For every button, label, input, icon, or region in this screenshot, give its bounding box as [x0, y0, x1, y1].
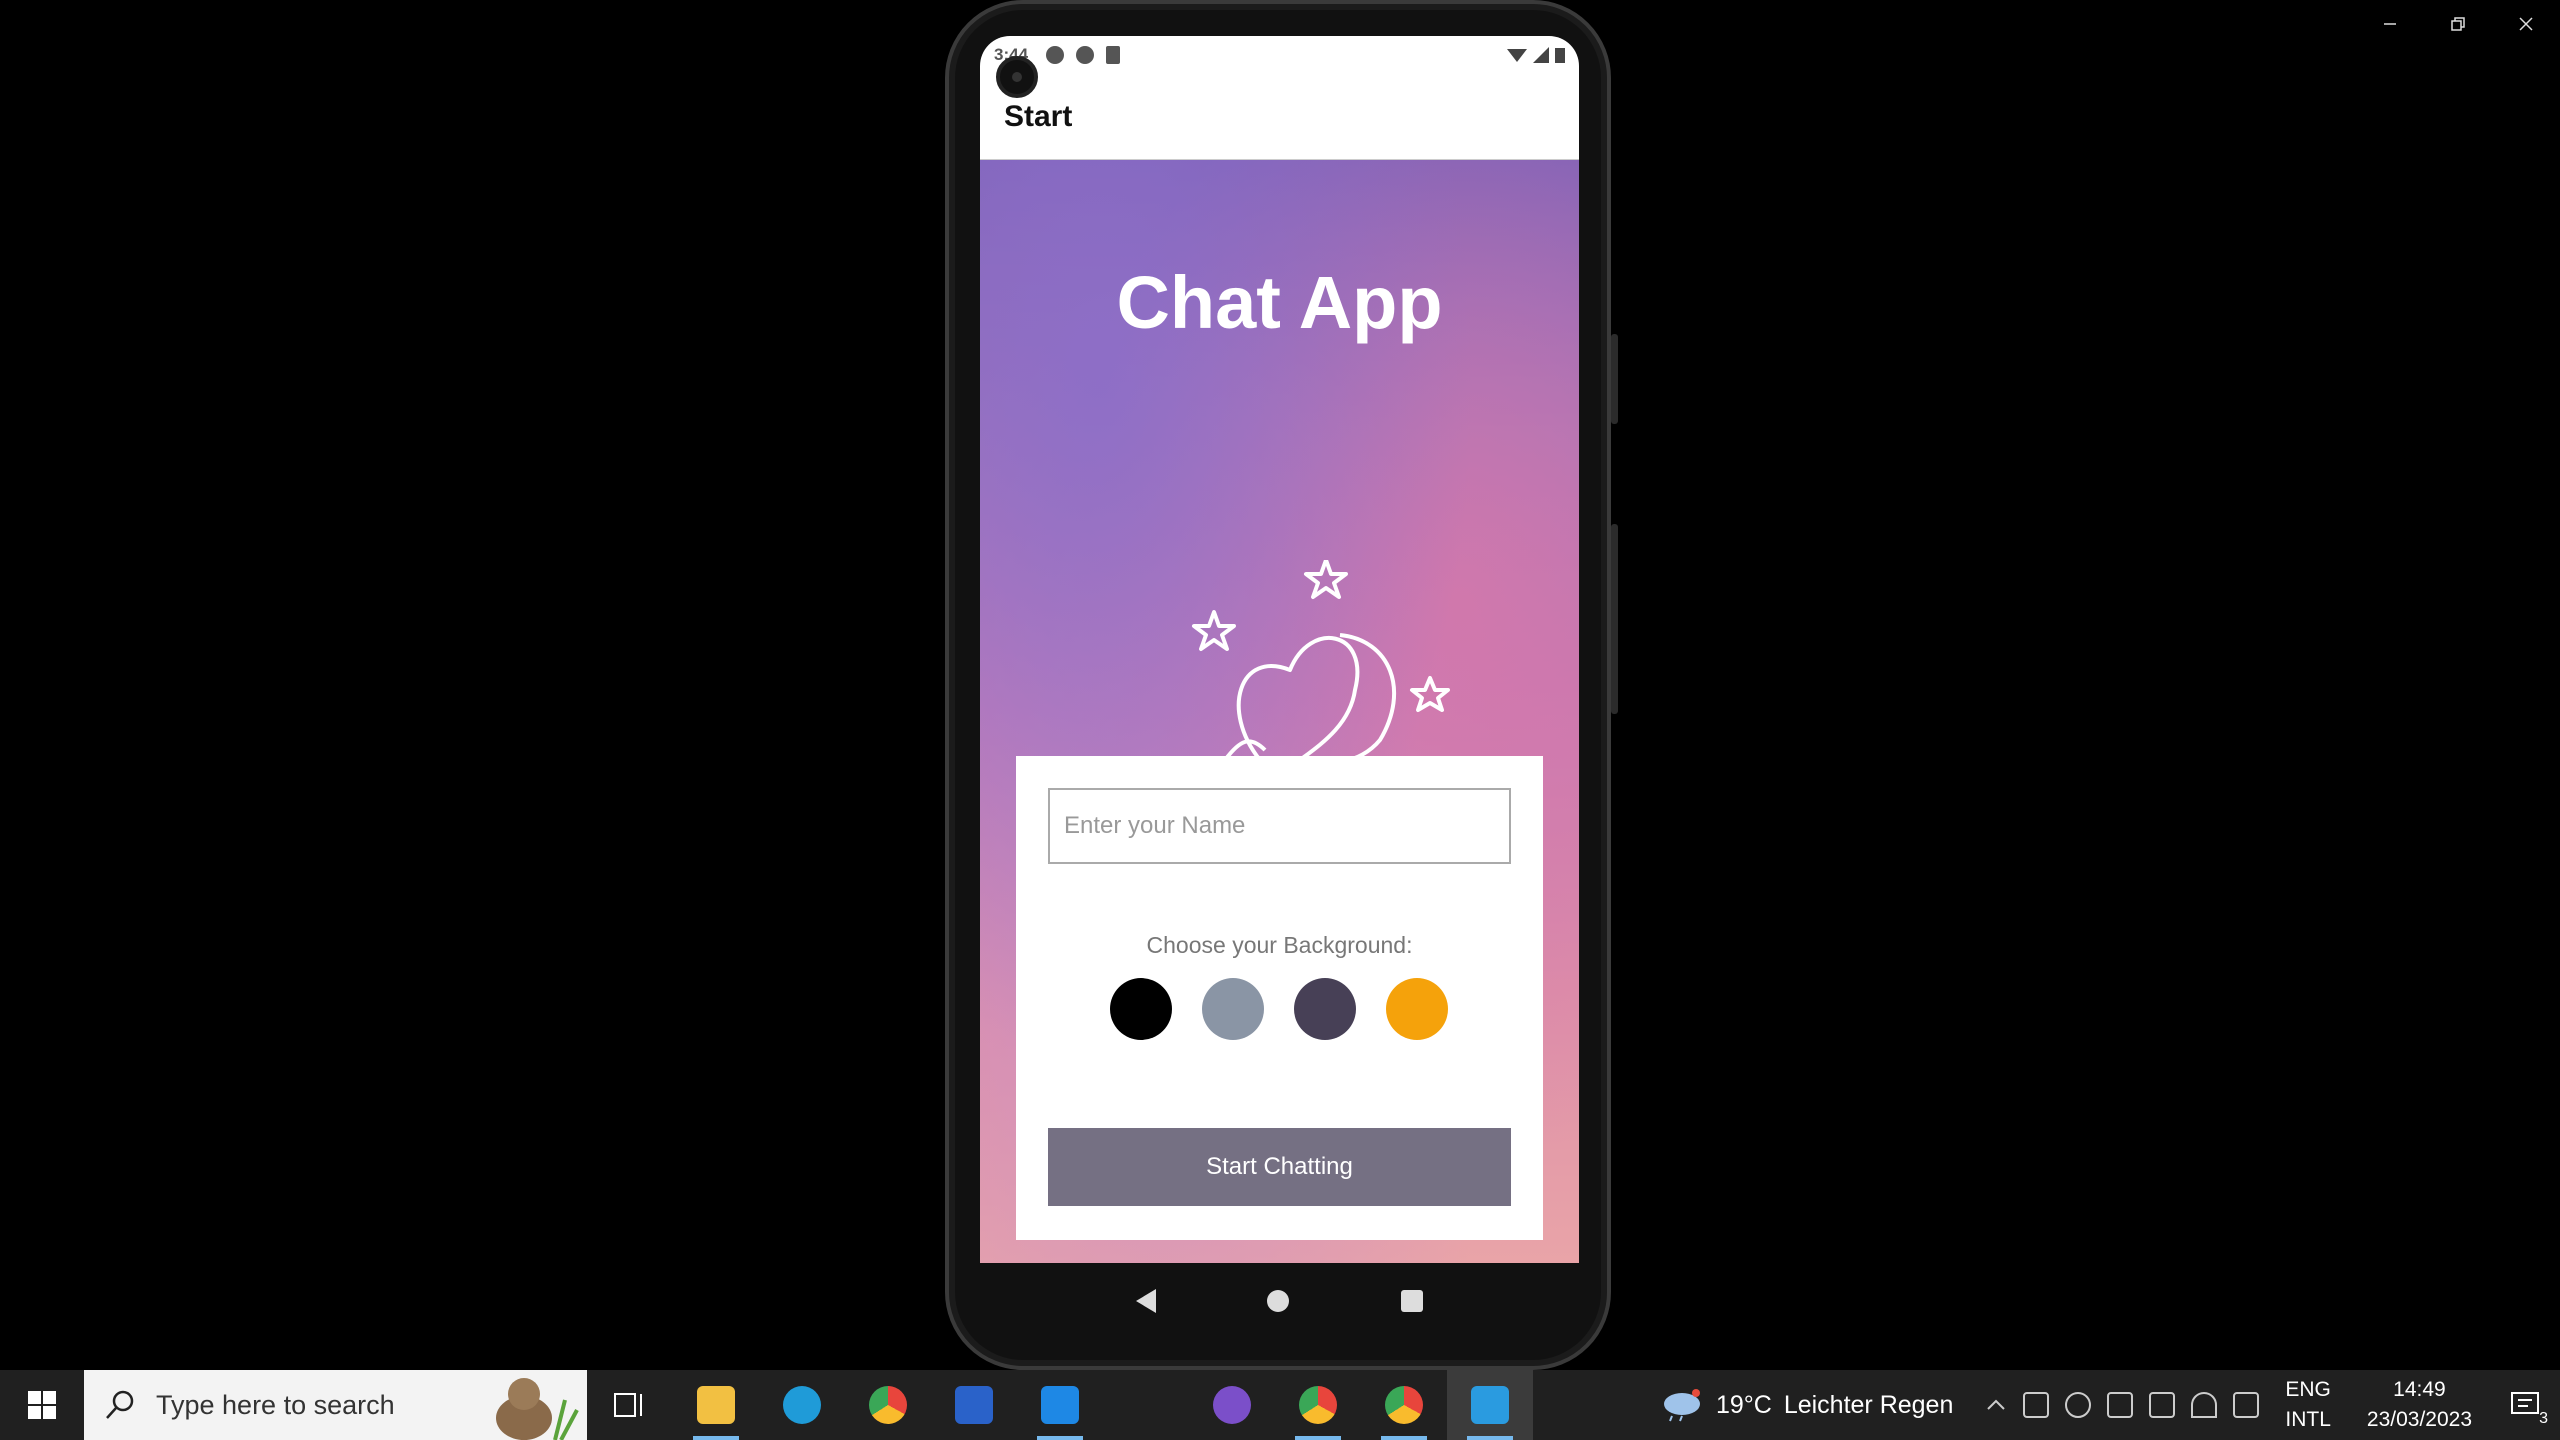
- phone-frame: 3:44 Start Chat App Enter your Name Choo…: [945, 0, 1618, 1370]
- notification-icon: [1046, 46, 1064, 64]
- language-line-1: ENG: [2285, 1378, 2331, 1401]
- windows-update-icon[interactable]: [2107, 1392, 2134, 1418]
- battery-icon[interactable]: [2149, 1392, 2176, 1418]
- task-view-icon: [614, 1393, 642, 1417]
- sd-card-icon: [1106, 46, 1120, 64]
- chrome-button[interactable]: [845, 1370, 931, 1440]
- background-color-options: [1110, 978, 1448, 1040]
- app-title: Chat App: [1116, 261, 1443, 344]
- volume-icon[interactable]: [2233, 1392, 2260, 1418]
- notification-icon: [1076, 46, 1094, 64]
- chrome-profile-icon: [1385, 1386, 1423, 1424]
- active-indicator: [1295, 1436, 1341, 1440]
- network-icon[interactable]: [2191, 1392, 2218, 1418]
- wifi-icon: [1507, 49, 1527, 62]
- task-view-button[interactable]: [587, 1370, 673, 1440]
- notification-icon: [2511, 1392, 2539, 1414]
- github-icon: [1213, 1386, 1251, 1424]
- recents-icon[interactable]: [1401, 1290, 1424, 1312]
- phone-screen: 3:44 Start Chat App Enter your Name Choo…: [980, 36, 1579, 1263]
- chrome-icon: [869, 1386, 907, 1424]
- notification-count: 3: [2539, 1410, 2548, 1427]
- github-desktop-button[interactable]: [1189, 1370, 1275, 1440]
- weather-temperature: 19°C: [1715, 1390, 1772, 1419]
- battery-icon: [1555, 48, 1565, 63]
- folder-icon: [697, 1386, 735, 1424]
- system-tray: 19°C Leichter Regen ENG INTL 14:49 23/03…: [1660, 1370, 2560, 1440]
- android-nav-bar: [980, 1263, 1579, 1339]
- signal-icon: [1533, 47, 1549, 63]
- search-icon: [106, 1390, 134, 1419]
- close-icon[interactable]: [2492, 0, 2560, 48]
- search-placeholder: Type here to search: [156, 1389, 395, 1420]
- status-bar: 3:44: [980, 36, 1579, 74]
- power-button[interactable]: [1611, 334, 1618, 424]
- powershell-button[interactable]: [931, 1370, 1017, 1440]
- language-indicator[interactable]: ENG INTL: [2267, 1375, 2349, 1435]
- windows-logo-icon: [28, 1391, 56, 1419]
- name-input[interactable]: [1048, 788, 1511, 864]
- hearts-stars-illustration: [1192, 560, 1450, 760]
- search-highlight-illustration: [496, 1378, 579, 1440]
- vscode-icon: [1041, 1386, 1079, 1424]
- android-emulator-button[interactable]: [1447, 1370, 1533, 1440]
- minimize-icon[interactable]: [2356, 0, 2424, 48]
- language-line-2: INTL: [2285, 1408, 2331, 1431]
- clock-date: 23/03/2023: [2366, 1408, 2472, 1431]
- active-indicator: [693, 1436, 739, 1440]
- notification-center-button[interactable]: 3: [2490, 1370, 2560, 1440]
- clock[interactable]: 14:49 23/03/2023: [2349, 1375, 2490, 1435]
- taskbar-search[interactable]: Type here to search: [84, 1370, 587, 1440]
- back-icon[interactable]: [1135, 1289, 1156, 1313]
- active-indicator: [1037, 1436, 1083, 1440]
- edge-button[interactable]: [759, 1370, 845, 1440]
- onedrive-warning-icon[interactable]: [2065, 1392, 2092, 1418]
- chevron-up-icon[interactable]: [1985, 1394, 2007, 1416]
- weather-description: Leichter Regen: [1783, 1390, 1954, 1419]
- status-right: [1507, 47, 1565, 63]
- active-indicator: [1467, 1436, 1513, 1440]
- chrome-profile-button[interactable]: [1275, 1370, 1361, 1440]
- start-screen-background: Chat App Choose your Background:: [980, 160, 1579, 1263]
- volume-button[interactable]: [1611, 524, 1618, 714]
- windows-taskbar: Type here to search 19°C Leichter Regen …: [0, 1370, 2560, 1440]
- file-explorer-button[interactable]: [673, 1370, 759, 1440]
- chrome-profile-icon: [1299, 1386, 1337, 1424]
- rain-cloud-icon: [1663, 1389, 1700, 1422]
- vscode-button[interactable]: [1017, 1370, 1103, 1440]
- chrome-profile-button-2[interactable]: [1361, 1370, 1447, 1440]
- taskbar-empty-slot: [1103, 1370, 1189, 1440]
- emulator-icon: [1471, 1386, 1509, 1424]
- color-swatch-black[interactable]: [1110, 978, 1172, 1040]
- active-indicator: [1381, 1436, 1427, 1440]
- color-swatch-orange[interactable]: [1386, 978, 1448, 1040]
- windows-start-button[interactable]: [0, 1370, 84, 1440]
- color-swatch-purple[interactable]: [1294, 978, 1356, 1040]
- meet-now-icon[interactable]: [2023, 1392, 2050, 1418]
- color-swatch-gray[interactable]: [1202, 978, 1264, 1040]
- start-form-panel: Choose your Background: Start Chatting: [1016, 756, 1543, 1240]
- app-bar-title: Start: [980, 74, 1579, 160]
- start-chatting-button[interactable]: Start Chatting: [1048, 1128, 1511, 1206]
- home-icon[interactable]: [1267, 1290, 1290, 1312]
- powershell-icon: [955, 1386, 993, 1424]
- clock-time: 14:49: [2393, 1378, 2446, 1401]
- restore-icon[interactable]: [2424, 0, 2492, 48]
- background-label: Choose your Background:: [1146, 932, 1413, 958]
- window-controls: [2356, 0, 2560, 48]
- edge-icon: [783, 1386, 821, 1424]
- weather-widget[interactable]: 19°C Leichter Regen: [1660, 1388, 1977, 1422]
